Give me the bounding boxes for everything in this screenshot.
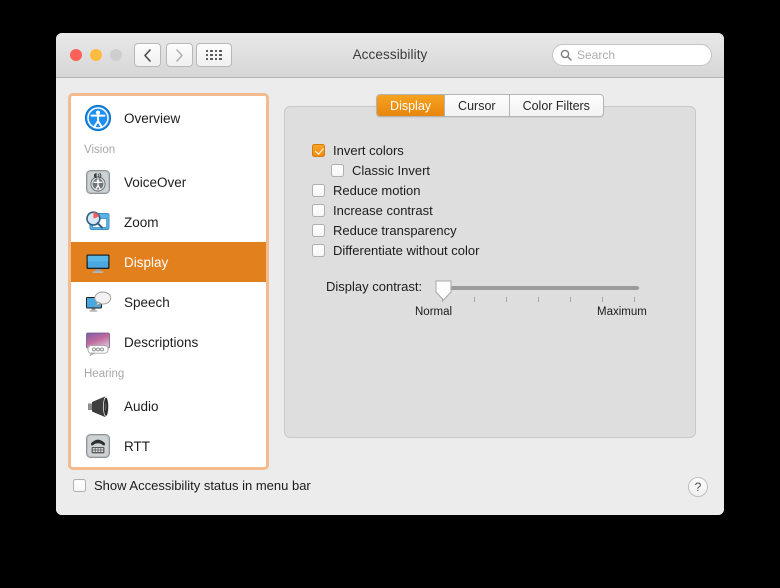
display-tab-bar: Display Cursor Color Filters (284, 94, 696, 117)
invert-colors-checkbox[interactable] (312, 144, 325, 157)
sidebar-item-voiceover[interactable]: VoiceOver (71, 162, 266, 202)
window-titlebar: Accessibility (56, 33, 724, 78)
sidebar-item-audio[interactable]: Audio (71, 386, 266, 426)
display-monitor-icon (83, 247, 113, 277)
zoom-magnifier-icon (83, 207, 113, 237)
slider-min-label: Normal (415, 306, 452, 318)
help-label: ? (695, 480, 702, 494)
display-settings-panel: Invert colors Classic Invert Reduce moti… (284, 106, 696, 438)
checkbox-label: Classic Invert (352, 163, 430, 178)
checkbox-row-reduce-motion[interactable]: Reduce motion (312, 180, 479, 200)
sidebar-item-label: Descriptions (124, 335, 198, 350)
checkbox-row-invert-colors[interactable]: Invert colors (312, 140, 479, 160)
checkbox-row-classic-invert[interactable]: Classic Invert (331, 160, 479, 180)
show-accessibility-status-checkbox[interactable] (73, 479, 86, 492)
slider-max-label: Maximum (597, 306, 647, 318)
sidebar-group-vision: Vision (71, 138, 266, 162)
sidebar-item-label: Zoom (124, 215, 159, 230)
checkbox-label: Reduce motion (333, 183, 420, 198)
desktop-background: Accessibility (0, 0, 780, 588)
voiceover-icon (83, 167, 113, 197)
sidebar-item-display[interactable]: Display (71, 242, 266, 282)
checkbox-label: Reduce transparency (333, 223, 457, 238)
reduce-transparency-checkbox[interactable] (312, 224, 325, 237)
checkbox-label: Differentiate without color (333, 243, 479, 258)
sidebar-focus-ring: Overview Vision (68, 93, 269, 470)
display-contrast-slider-track[interactable] (442, 286, 639, 290)
slider-tick-marks (442, 297, 639, 303)
sidebar-item-descriptions[interactable]: Descriptions (71, 322, 266, 362)
sidebar-item-overview[interactable]: Overview (71, 98, 266, 138)
sidebar-item-label: RTT (124, 439, 150, 454)
accessibility-person-icon (83, 103, 113, 133)
sidebar-item-label: Overview (124, 111, 180, 126)
display-contrast-slider-thumb[interactable] (435, 280, 452, 301)
help-button[interactable]: ? (688, 477, 708, 497)
tab-label: Color Filters (523, 99, 590, 113)
telephone-icon (83, 431, 113, 461)
search-input[interactable] (577, 48, 705, 62)
speech-bubble-icon (83, 287, 113, 317)
sidebar-group-label: Vision (84, 144, 115, 156)
speaker-icon (83, 391, 113, 421)
search-icon (560, 49, 572, 61)
tab-display[interactable]: Display (377, 95, 445, 116)
sidebar-group-hearing: Hearing (71, 362, 266, 386)
tab-cursor[interactable]: Cursor (445, 95, 510, 116)
display-options-list: Invert colors Classic Invert Reduce moti… (312, 140, 479, 260)
sidebar-group-label: Hearing (84, 368, 124, 380)
sidebar-item-label: Audio (124, 399, 159, 414)
checkbox-row-reduce-transparency[interactable]: Reduce transparency (312, 220, 479, 240)
search-field[interactable] (552, 44, 712, 66)
checkbox-label: Increase contrast (333, 203, 433, 218)
tab-color-filters[interactable]: Color Filters (510, 95, 603, 116)
increase-contrast-checkbox[interactable] (312, 204, 325, 217)
show-accessibility-status-row[interactable]: Show Accessibility status in menu bar (73, 478, 311, 493)
descriptions-icon (83, 327, 113, 357)
display-contrast-label: Display contrast: (326, 279, 422, 294)
sidebar-item-speech[interactable]: Speech (71, 282, 266, 322)
sidebar-item-label: Display (124, 255, 168, 270)
sidebar-item-label: VoiceOver (124, 175, 186, 190)
checkbox-row-increase-contrast[interactable]: Increase contrast (312, 200, 479, 220)
reduce-motion-checkbox[interactable] (312, 184, 325, 197)
tab-label: Cursor (458, 99, 496, 113)
classic-invert-checkbox[interactable] (331, 164, 344, 177)
sidebar-item-label: Speech (124, 295, 170, 310)
differentiate-without-color-checkbox[interactable] (312, 244, 325, 257)
sidebar-item-rtt[interactable]: RTT (71, 426, 266, 466)
checkbox-label: Invert colors (333, 143, 404, 158)
checkbox-label: Show Accessibility status in menu bar (94, 478, 311, 493)
tab-label: Display (390, 99, 431, 113)
window-body: Overview Vision (56, 78, 724, 515)
checkbox-row-differentiate-without-color[interactable]: Differentiate without color (312, 240, 479, 260)
sidebar-item-zoom[interactable]: Zoom (71, 202, 266, 242)
accessibility-feature-list[interactable]: Overview Vision (71, 96, 266, 467)
system-preferences-window: Accessibility (56, 33, 724, 515)
